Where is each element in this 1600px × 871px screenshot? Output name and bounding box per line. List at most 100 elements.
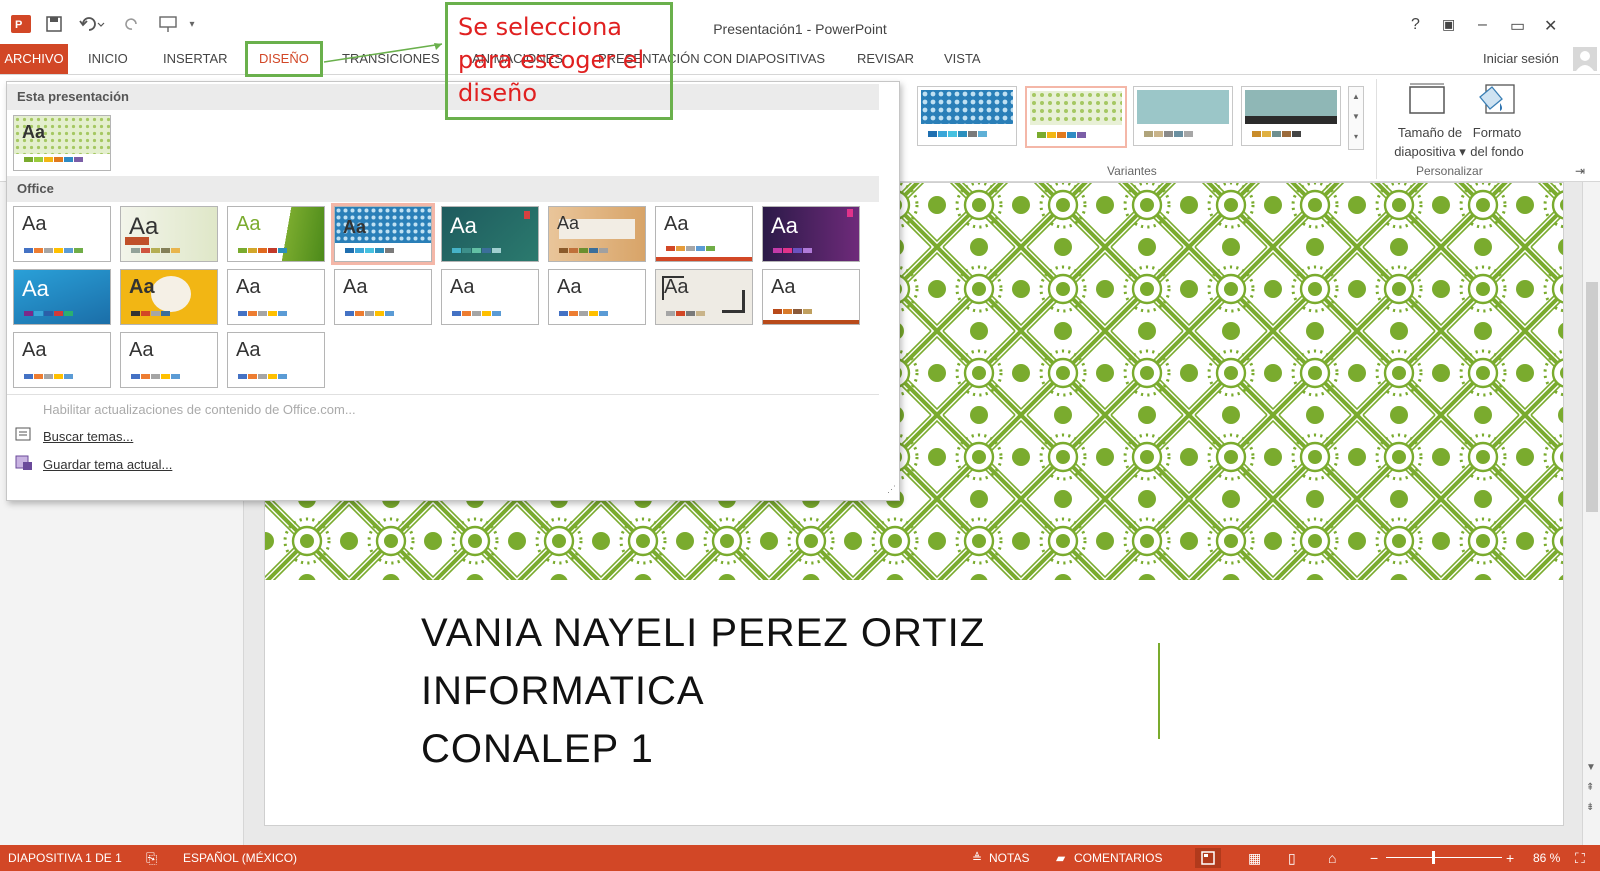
- scroll-down-arrow-icon[interactable]: ▼: [1586, 762, 1596, 773]
- help-icon[interactable]: ?: [1411, 16, 1420, 34]
- theme-circuit[interactable]: Aa: [548, 269, 646, 325]
- notes-icon[interactable]: ≜: [972, 845, 982, 871]
- scroll-thumb[interactable]: [1586, 282, 1598, 512]
- annotation-arrow: [323, 43, 443, 63]
- theme-ion[interactable]: Aa: [227, 206, 325, 262]
- theme-accent: [763, 320, 859, 324]
- signin-link[interactable]: Iniciar sesión: [1483, 44, 1559, 74]
- zoom-slider[interactable]: [1386, 857, 1502, 858]
- tab-vista[interactable]: VISTA: [944, 44, 981, 74]
- minimize-button[interactable]: –: [1478, 16, 1487, 34]
- bg-format-label: Formato: [1472, 125, 1522, 140]
- notes-button[interactable]: NOTAS: [989, 845, 1029, 871]
- variant-4[interactable]: [1241, 86, 1341, 146]
- theme-label: Aa: [771, 276, 796, 298]
- more-icon[interactable]: ▾: [1349, 127, 1363, 147]
- theme-main-event[interactable]: Aa: [762, 269, 860, 325]
- theme-vapor[interactable]: Aa: [120, 332, 218, 388]
- previous-slide-icon[interactable]: ⇞: [1586, 782, 1594, 793]
- theme-berlin[interactable]: Aa: [441, 269, 539, 325]
- theme-dividend[interactable]: Aa: [13, 332, 111, 388]
- scroll-down-icon[interactable]: ▼: [1349, 107, 1363, 127]
- browse-themes-item[interactable]: Buscar temas...: [43, 429, 133, 444]
- slide-text-subject[interactable]: INFORMATICA: [421, 669, 705, 714]
- theme-label: Aa: [22, 276, 49, 301]
- theme-celestial[interactable]: Aa: [762, 206, 860, 262]
- theme-accent: [656, 257, 752, 261]
- resize-grip-icon[interactable]: ⋰: [887, 484, 896, 495]
- customize-qat-icon[interactable]: ▾: [186, 14, 198, 34]
- close-button[interactable]: ✕: [1544, 16, 1557, 36]
- zoom-level[interactable]: 86 %: [1533, 845, 1560, 871]
- theme-integral[interactable]: Aa: [655, 206, 753, 262]
- theme-accent: [847, 209, 853, 217]
- background-format-button[interactable]: Formato del fondo: [1462, 83, 1532, 161]
- variant-2-selected[interactable]: [1025, 86, 1127, 148]
- slide-size-label-2: diapositiva ▾: [1394, 144, 1466, 159]
- next-slide-icon[interactable]: ⇟: [1586, 802, 1594, 813]
- zoom-out-icon[interactable]: −: [1370, 845, 1378, 871]
- vertical-scrollbar[interactable]: ▼ ⇞ ⇟: [1582, 182, 1600, 845]
- title-bar: P ▾ Presentación1 - PowerPoint ? ▣ – ▭ ✕: [0, 0, 1600, 44]
- theme-badge[interactable]: Aa: [120, 269, 218, 325]
- annotation-line-3: diseño: [458, 79, 538, 107]
- theme-label: Aa: [343, 217, 367, 237]
- tab-inicio[interactable]: INICIO: [88, 44, 128, 74]
- annotation-text: Se selecciona para escoger el diseño: [458, 11, 644, 110]
- theme-banded[interactable]: Aa: [227, 269, 325, 325]
- theme-savon[interactable]: Aa: [227, 332, 325, 388]
- zoom-slider-thumb[interactable]: [1432, 851, 1435, 864]
- language-indicator[interactable]: ESPAÑOL (MÉXICO): [183, 845, 297, 871]
- status-bar: DIAPOSITIVA 1 DE 1 ⎘ ESPAÑOL (MÉXICO) ≜ …: [0, 845, 1600, 871]
- theme-slice[interactable]: Aa: [441, 206, 539, 262]
- themes-gallery: Esta presentación Aa Office Aa Aa Aa Aa …: [6, 81, 900, 501]
- slide-text-school[interactable]: CONALEP 1: [421, 727, 654, 772]
- tab-archivo[interactable]: ARCHIVO: [0, 44, 68, 74]
- slide-sorter-icon[interactable]: ▦: [1248, 845, 1261, 871]
- theme-retrospect-selected[interactable]: Aa: [331, 203, 435, 265]
- ribbon-display-icon[interactable]: ▣: [1442, 16, 1455, 33]
- svg-text:P: P: [15, 19, 22, 31]
- annotation-line-1: Se selecciona: [458, 13, 622, 41]
- scroll-up-icon[interactable]: ▲: [1349, 87, 1363, 107]
- theme-basis[interactable]: Aa: [334, 269, 432, 325]
- comments-icon[interactable]: ▰: [1056, 845, 1065, 871]
- zoom-in-icon[interactable]: +: [1506, 845, 1514, 871]
- variants-scroll[interactable]: ▲ ▼ ▾: [1348, 86, 1364, 150]
- theme-current[interactable]: Aa: [13, 115, 111, 171]
- fit-slide-icon[interactable]: ⛶: [1575, 845, 1585, 871]
- slide-accent-line: [1158, 643, 1160, 739]
- theme-office[interactable]: Aa: [13, 206, 111, 262]
- slide-text-name[interactable]: VANIA NAYELI PEREZ ORTIZ: [421, 611, 985, 656]
- restore-button[interactable]: ▭: [1510, 16, 1525, 36]
- redo-icon[interactable]: [122, 14, 142, 34]
- slide-size-button[interactable]: Tamaño de diapositiva ▾: [1386, 83, 1474, 161]
- save-theme-icon: [15, 455, 33, 471]
- normal-view-icon[interactable]: [1195, 848, 1221, 868]
- tab-insertar[interactable]: INSERTAR: [163, 44, 228, 74]
- gallery-divider: [7, 394, 879, 395]
- save-icon[interactable]: [44, 14, 64, 34]
- variant-1[interactable]: [917, 86, 1017, 146]
- comments-button[interactable]: COMENTARIOS: [1074, 845, 1162, 871]
- undo-icon[interactable]: [78, 14, 106, 34]
- format-background-icon: [1479, 84, 1515, 114]
- pin-ribbon-icon[interactable]: ⇥: [1575, 164, 1585, 178]
- theme-facet[interactable]: Aa: [120, 206, 218, 262]
- variant-3[interactable]: [1133, 86, 1233, 146]
- variants-group-label: Variantes: [1107, 164, 1157, 178]
- theme-label: Aa: [22, 339, 47, 361]
- user-avatar-icon[interactable]: [1573, 47, 1597, 71]
- annotation-highlight-tab: [245, 41, 323, 77]
- slideshow-icon[interactable]: ⌂: [1328, 845, 1336, 871]
- reading-view-icon[interactable]: ▯: [1288, 845, 1296, 871]
- theme-organic[interactable]: Aa: [13, 269, 111, 325]
- save-theme-item[interactable]: Guardar tema actual...: [43, 457, 172, 472]
- tab-revisar[interactable]: REVISAR: [857, 44, 914, 74]
- start-from-beginning-icon[interactable]: [156, 14, 180, 34]
- slide-counter: DIAPOSITIVA 1 DE 1: [8, 851, 122, 865]
- theme-wisp[interactable]: Aa: [548, 206, 646, 262]
- theme-label: Aa: [664, 213, 689, 235]
- theme-frame[interactable]: Aa: [655, 269, 753, 325]
- spellcheck-icon[interactable]: ⎘: [146, 845, 157, 871]
